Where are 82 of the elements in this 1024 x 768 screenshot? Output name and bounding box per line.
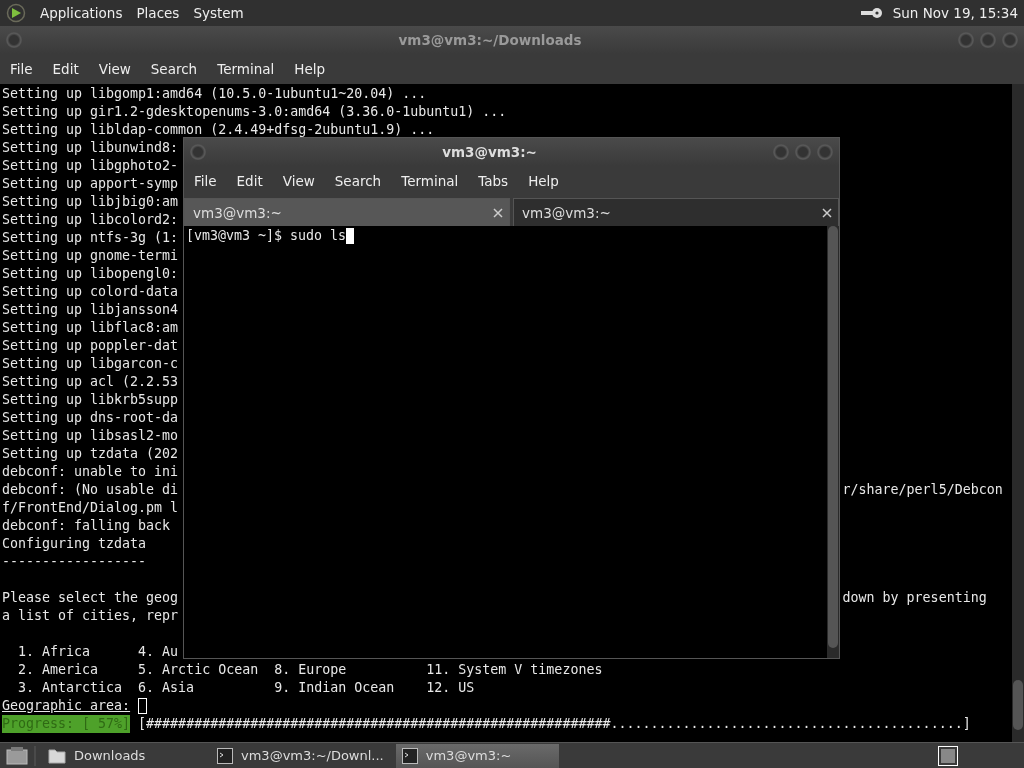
terminal-icon xyxy=(217,747,233,764)
menu-item[interactable]: Help xyxy=(294,61,326,77)
menu-item[interactable]: Search xyxy=(150,61,198,77)
terminal-line: Setting up libflac8:am xyxy=(2,319,179,337)
window-title: vm3@vm3:~ xyxy=(441,144,538,160)
terminal-line: Setting up poppler-dat xyxy=(2,337,179,355)
prompt-text: Geographic area: xyxy=(2,697,131,715)
close-icon[interactable] xyxy=(822,207,832,218)
menu-item[interactable]: Terminal xyxy=(401,173,459,189)
terminal-line: Setting up libunwind8: xyxy=(2,139,179,157)
terminal-line: Setting up libopengl0: xyxy=(2,265,179,283)
window-button[interactable] xyxy=(958,32,974,48)
scrollbar[interactable] xyxy=(1012,84,1024,742)
terminal-line: f/FrontEnd/Dialog.pm l xyxy=(2,499,179,517)
scrollbar[interactable] xyxy=(827,226,839,658)
terminal-line: Setting up libcolord2: xyxy=(2,211,179,229)
terminal-line: 1. Africa 4. Au xyxy=(17,643,179,661)
window-button[interactable] xyxy=(795,144,811,160)
menu-item[interactable]: Edit xyxy=(236,173,263,189)
terminal-line: Setting up libgphoto2- xyxy=(2,157,179,175)
taskbar-item[interactable]: vm3@vm3:~/Downl... xyxy=(211,743,390,768)
terminal-line: Setting up libgomp1:amd64 (10.5.0-1ubuntu1~20.04) ... xyxy=(2,85,427,103)
menu-item[interactable]: View xyxy=(98,61,131,77)
panel-menu[interactable]: Applications xyxy=(40,5,123,21)
key-icon[interactable] xyxy=(860,7,883,19)
menu-item[interactable]: File xyxy=(10,61,33,77)
window-button[interactable] xyxy=(190,144,206,160)
window-button[interactable] xyxy=(773,144,789,160)
panel-menu[interactable]: Places xyxy=(136,5,180,21)
window-button[interactable] xyxy=(1002,32,1018,48)
desktop-icon[interactable] xyxy=(6,745,28,766)
terminal-line: Setting up dns-root-da xyxy=(2,409,179,427)
terminal-line: r/share/perl5/Debcon xyxy=(842,481,1004,499)
folder-icon xyxy=(48,747,66,764)
menu-item[interactable]: Terminal xyxy=(217,61,275,77)
terminal-line: debconf: unable to ini xyxy=(2,463,179,481)
tab[interactable]: vm3@vm3:~ xyxy=(184,198,510,226)
terminal-line: Setting up libldap-common (2.4.49+dfsg-2ubuntu1.9) ... xyxy=(2,121,435,139)
terminal-line: ------------------ xyxy=(2,553,147,571)
terminal-line: 2. America 5. Arctic Ocean 8. Europe 11. System V timezones xyxy=(17,661,603,679)
terminal-line: Setting up gir1.2-gdesktopenums-3.0:amd64 (3.36.0-1ubuntu1) ... xyxy=(2,103,507,121)
terminal-line: Setting up libsasl2-mo xyxy=(2,427,179,445)
cursor xyxy=(138,698,148,714)
terminal-line: Please select the geog xyxy=(2,589,179,607)
terminal-line: Setting up acl (2.2.53 xyxy=(2,373,179,391)
progress-text: [##########################################################............................................] xyxy=(138,715,971,733)
menu-item[interactable]: Edit xyxy=(52,61,79,77)
window-button[interactable] xyxy=(817,144,833,160)
terminal-line: debconf: falling back xyxy=(2,517,171,535)
terminal-line: Setting up libkrb5supp xyxy=(2,391,179,409)
terminal-line: Setting up tzdata (202 xyxy=(2,445,179,463)
tab[interactable]: vm3@vm3:~ xyxy=(513,198,839,226)
taskbar-item[interactable]: Downloads xyxy=(42,743,205,768)
terminal-line: Setting up libjansson4 xyxy=(2,301,179,319)
taskbar-item[interactable]: vm3@vm3:~ xyxy=(395,743,559,768)
terminal-line: Setting up gnome-termi xyxy=(2,247,179,265)
menu-item[interactable]: View xyxy=(282,173,315,189)
window-button[interactable] xyxy=(6,32,22,48)
terminal-line: down by presenting xyxy=(842,589,988,607)
cursor xyxy=(346,228,355,244)
window-button[interactable] xyxy=(980,32,996,48)
terminal-line: Setting up libjbig0:am xyxy=(2,193,179,211)
terminal-line: 3. Antarctica 6. Asia 9. Indian Ocean 12. US xyxy=(17,679,475,697)
terminal-line: Setting up colord-data xyxy=(2,283,179,301)
menu-item[interactable]: Search xyxy=(334,173,382,189)
terminal-line: Setting up libgarcon-c xyxy=(2,355,179,373)
window-title: vm3@vm3:~/Downloads xyxy=(397,32,583,48)
terminal-line: Configuring tzdata xyxy=(2,535,147,553)
terminal-line: debconf: (No usable di xyxy=(2,481,179,499)
close-icon[interactable] xyxy=(493,207,503,218)
terminal-icon xyxy=(401,747,418,764)
menu-item[interactable]: Tabs xyxy=(478,173,509,189)
panel-menu[interactable]: System xyxy=(193,5,244,21)
terminal-line: a list of cities, repr xyxy=(2,607,179,625)
menu-item[interactable]: Help xyxy=(528,173,559,189)
menu-item[interactable]: File xyxy=(194,173,217,189)
terminal-line: Setting up ntfs-3g (1: xyxy=(2,229,179,247)
logo-icon[interactable] xyxy=(6,3,26,23)
workspace-icon[interactable] xyxy=(938,745,958,766)
terminal-line: [vm3@vm3 ~]$ sudo ls xyxy=(186,227,347,245)
clock[interactable]: Sun Nov 19, 15:34 xyxy=(892,5,1018,21)
terminal-line: Setting up apport-symp xyxy=(2,175,179,193)
